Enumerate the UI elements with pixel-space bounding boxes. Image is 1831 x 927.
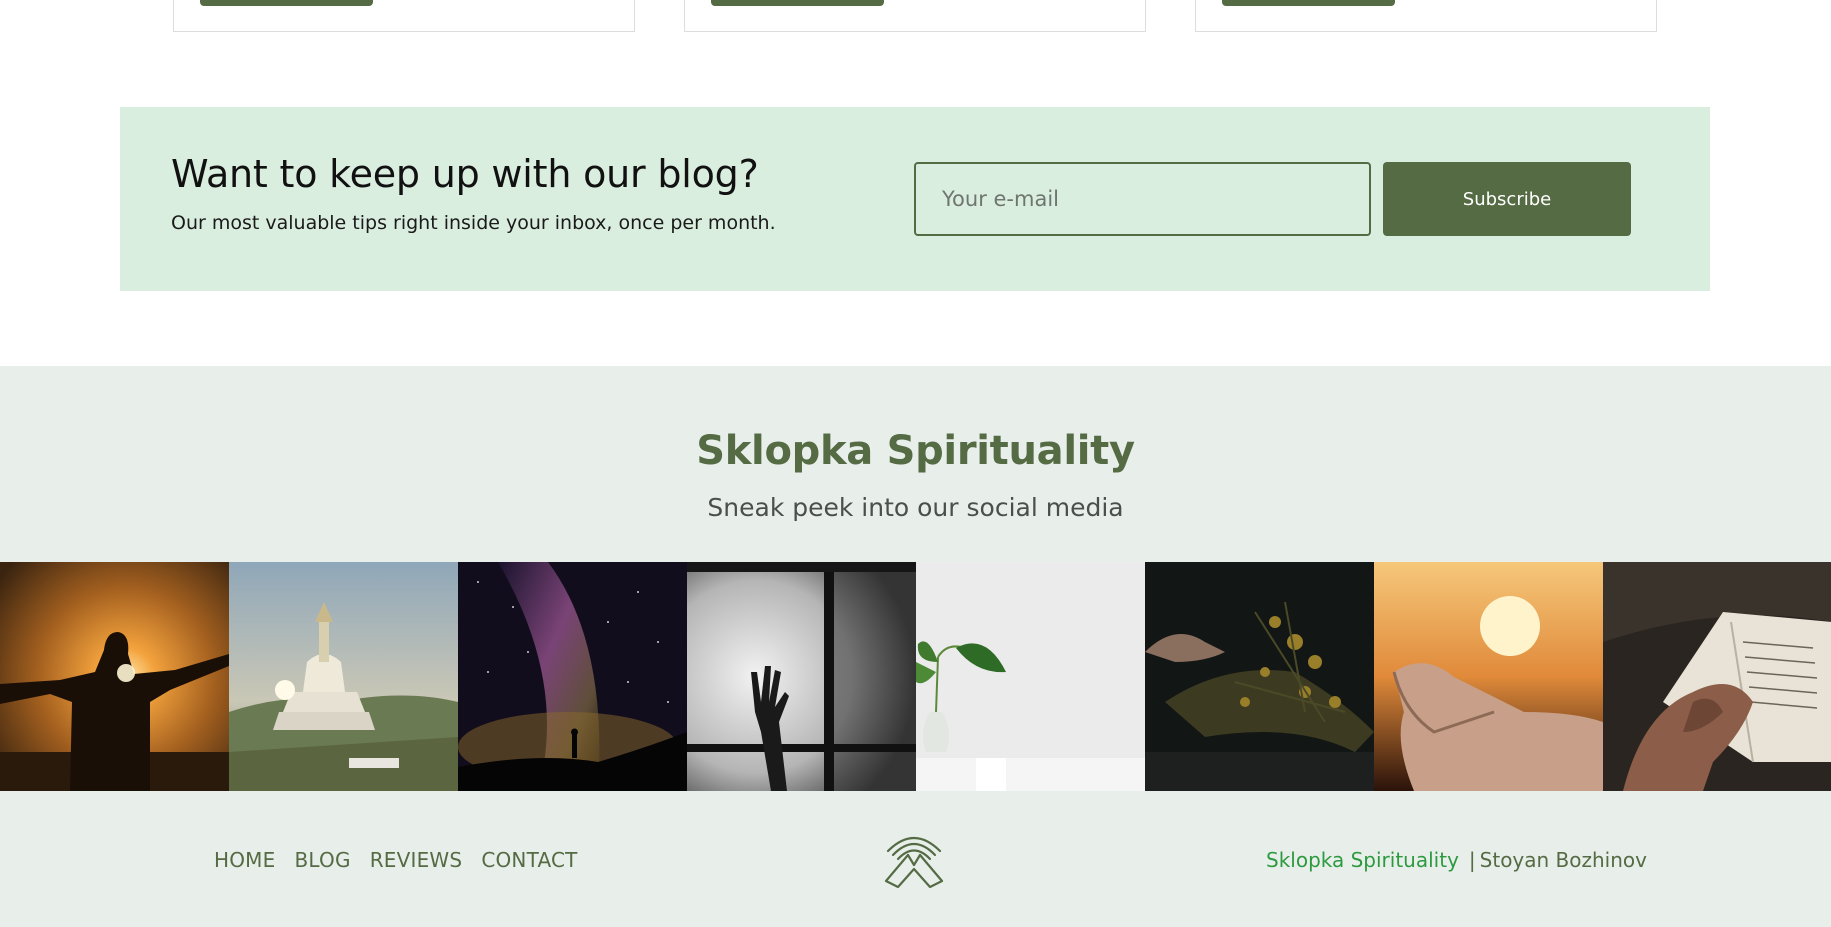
email-input[interactable] — [914, 162, 1371, 236]
milky-way-silhouette-photo[interactable] — [458, 562, 687, 791]
newsletter-title: Want to keep up with our blog? — [171, 152, 759, 196]
hands-on-bible-photo[interactable] — [1603, 562, 1831, 791]
hand-sunset-photo[interactable] — [1374, 562, 1603, 791]
stupa-sunrise-photo[interactable] — [229, 562, 458, 791]
plant-in-vase-photo[interactable] — [916, 562, 1145, 791]
praying-hands-icon[interactable] — [884, 829, 944, 889]
post-card — [173, 0, 635, 32]
nav-home-link[interactable]: HOME — [214, 848, 275, 872]
newsletter-section: Want to keep up with our blog? Our most … — [120, 107, 1710, 291]
credit-brand-link[interactable]: Sklopka Spirituality — [1266, 848, 1459, 872]
newsletter-subtitle: Our most valuable tips right inside your… — [171, 212, 776, 234]
social-footer-section: Sklopka Spirituality Sneak peek into our… — [0, 366, 1831, 927]
hand-behind-glass-photo[interactable] — [687, 562, 916, 791]
read-more-button[interactable] — [200, 0, 373, 6]
brand-title: Sklopka Spirituality — [696, 428, 1135, 474]
footer-credit: Sklopka Spirituality | Stoyan Bozhinov — [1266, 848, 1647, 872]
credit-author: Stoyan Bozhinov — [1479, 848, 1647, 872]
post-card — [684, 0, 1146, 32]
post-card — [1195, 0, 1657, 32]
social-gallery — [0, 562, 1831, 791]
social-tagline: Sneak peek into our social media — [707, 493, 1124, 522]
credit-separator: | — [1468, 848, 1476, 872]
nav-blog-link[interactable]: BLOG — [294, 848, 350, 872]
nav-reviews-link[interactable]: REVIEWS — [370, 848, 463, 872]
sunset-open-arms-photo[interactable] — [0, 562, 229, 791]
subscribe-button[interactable]: Subscribe — [1383, 162, 1631, 236]
footer-nav: HOME BLOG REVIEWS CONTACT — [214, 848, 578, 872]
dried-flowers-hand-photo[interactable] — [1145, 562, 1374, 791]
nav-contact-link[interactable]: CONTACT — [481, 848, 577, 872]
read-more-button[interactable] — [1222, 0, 1395, 6]
read-more-button[interactable] — [711, 0, 884, 6]
